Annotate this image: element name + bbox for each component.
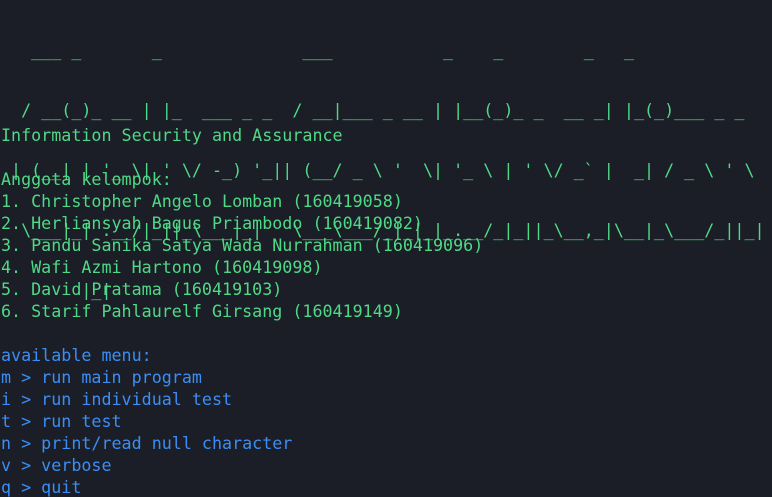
- member-item: 1. Christopher Angelo Lomban (160419058): [1, 191, 403, 211]
- menu-item-verbose: v > verbose: [1, 455, 112, 475]
- menu-heading: available menu:: [1, 345, 152, 365]
- member-item: 4. Wafi Azmi Hartono (160419098): [1, 257, 323, 277]
- banner-line: / __(_)_ __ | |_ ___ _ _ / __|___ _ __ |…: [1, 100, 755, 120]
- members-heading: Anggota kelompok:: [1, 169, 172, 189]
- course-title: Information Security and Assurance: [1, 125, 343, 145]
- menu-item-run-test: t > run test: [1, 411, 122, 431]
- menu-item-quit: q > quit: [1, 477, 82, 497]
- menu-item-null-character: n > print/read null character: [1, 433, 293, 453]
- member-item: 2. Herliansyah Bagus Priambodo (16041908…: [1, 213, 423, 233]
- menu-item-main-program: m > run main program: [1, 367, 202, 387]
- terminal-window: ___ _ _ ___ _ _ _ _ / __(_)_ __ | |_ ___…: [0, 0, 772, 497]
- banner-line: ___ _ _ ___ _ _ _ _: [1, 40, 715, 60]
- menu-item-individual-test: i > run individual test: [1, 389, 233, 409]
- member-item: 3. Pandu Sanika Satya Wada Nurrahman (16…: [1, 235, 484, 255]
- member-item: 5. David Pratama (160419103): [1, 279, 283, 299]
- member-item: 6. Starif Pahlaurelf Girsang (160419149): [1, 301, 403, 321]
